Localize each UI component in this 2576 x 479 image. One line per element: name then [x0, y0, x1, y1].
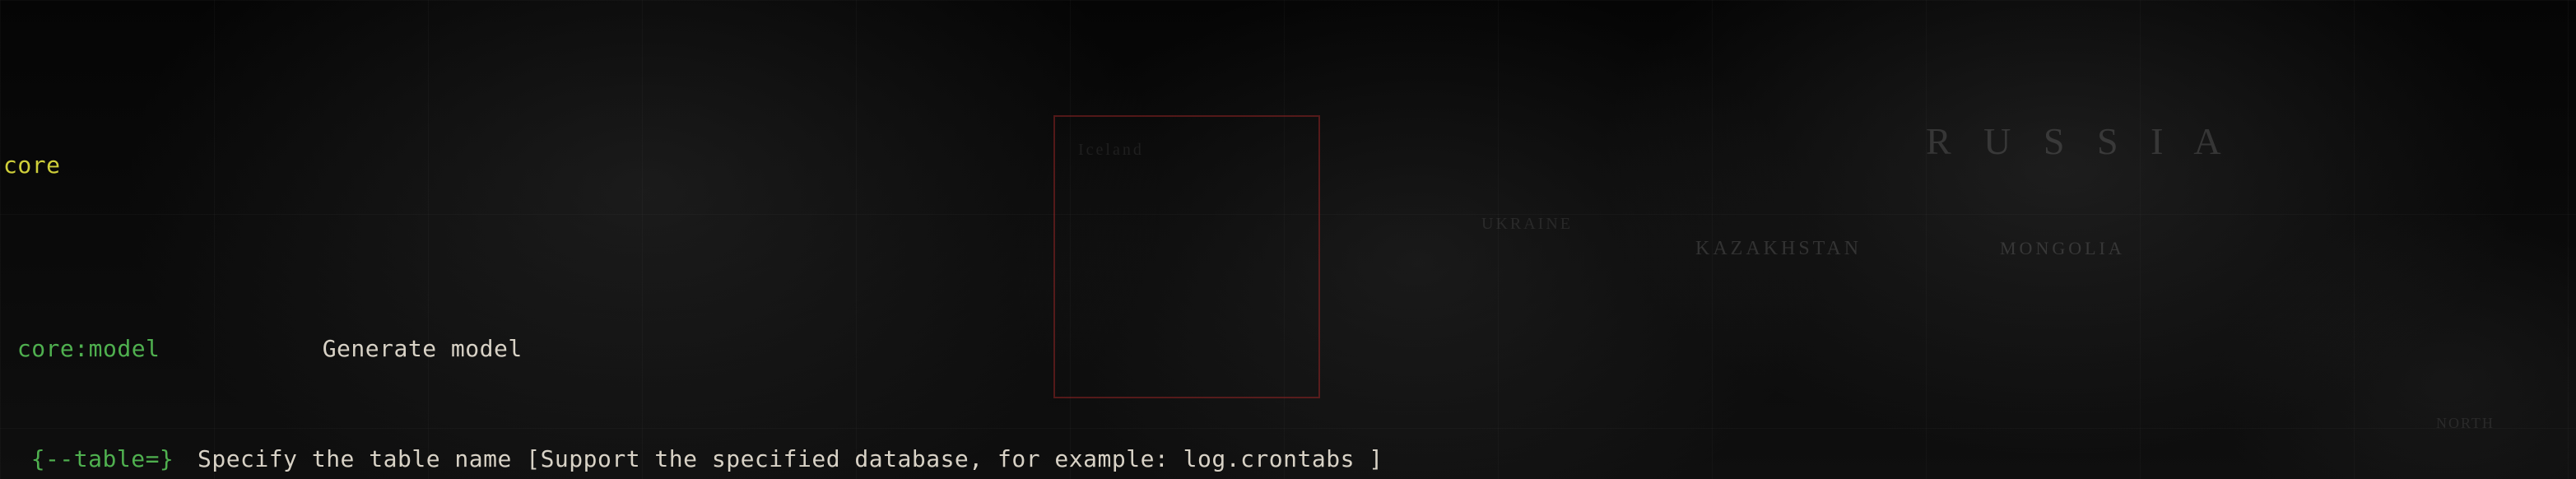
group-header: core: [3, 151, 60, 179]
command-desc: Generate model: [323, 335, 523, 362]
option-desc: Specify the table name [Support the spec…: [198, 445, 1383, 472]
command-name: core:model: [17, 331, 323, 368]
terminal-output: core core:modelGenerate model {--table=}…: [0, 0, 2576, 479]
option-flag: {--table=}: [31, 441, 198, 478]
